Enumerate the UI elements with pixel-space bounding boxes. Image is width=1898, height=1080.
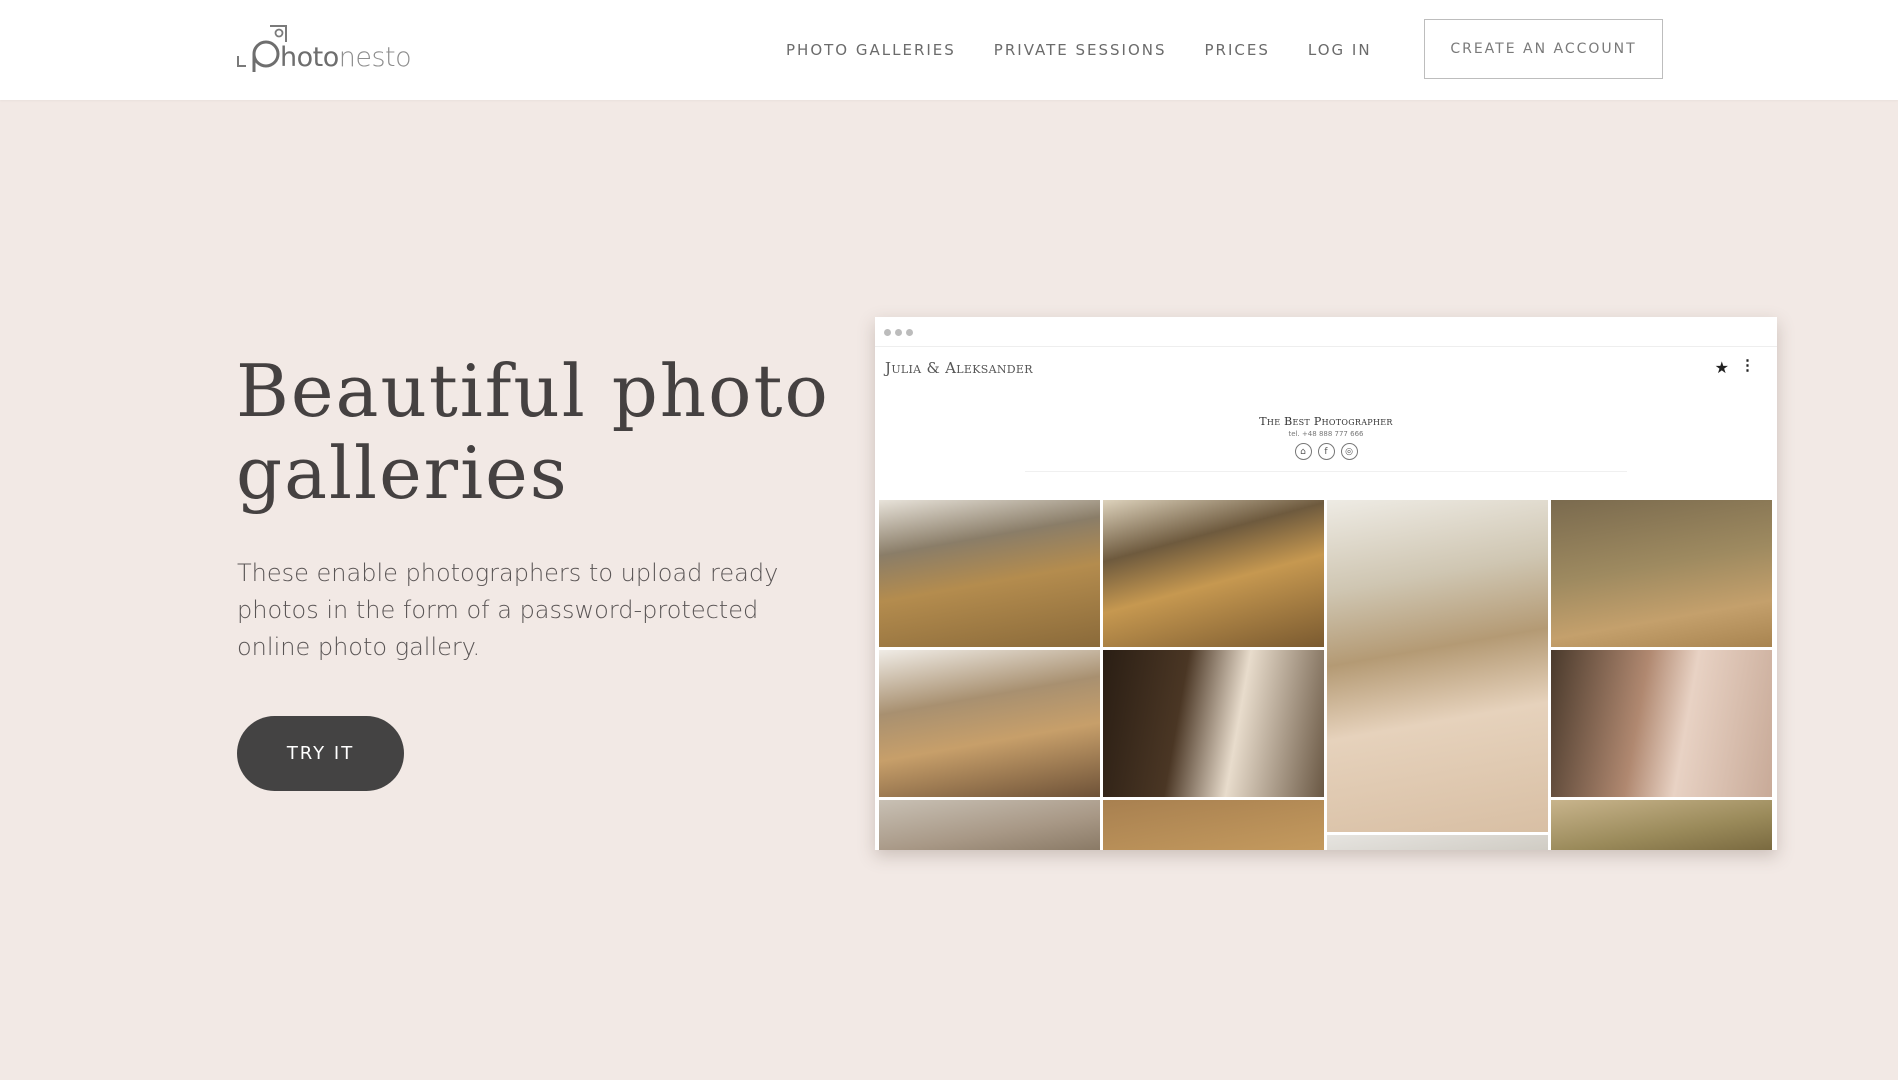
window-dot: [906, 329, 913, 336]
window-dot: [895, 329, 902, 336]
gallery-photo: [1327, 500, 1548, 832]
site-header: hotonesto PHOTO GALLERIES PRIVATE SESSIO…: [0, 0, 1898, 100]
photographer-tel: tel. +48 888 777 666: [1288, 430, 1364, 438]
nav-private-sessions[interactable]: PRIVATE SESSIONS: [994, 41, 1167, 59]
gallery-photo: [1551, 650, 1772, 797]
gallery-photo: [879, 650, 1100, 797]
nav-prices[interactable]: PRICES: [1205, 41, 1270, 59]
logo-wordmark: hotonesto: [280, 42, 412, 73]
divider: [1025, 471, 1627, 472]
photographer-info: The Best Photographer tel. +48 888 777 6…: [875, 415, 1777, 460]
more-menu-icon: ⋮: [1740, 357, 1755, 374]
gallery-photo: [1551, 800, 1772, 850]
gallery-mockup: Julia & Aleksander ★ ⋮ The Best Photogra…: [875, 317, 1777, 850]
window-dot: [884, 329, 891, 336]
instagram-icon: ◎: [1340, 443, 1358, 460]
hero-title: Beautiful photo galleries: [236, 349, 830, 515]
gallery-photo: [879, 500, 1100, 647]
facebook-icon: f: [1317, 443, 1335, 460]
main-nav: PHOTO GALLERIES PRIVATE SESSIONS PRICES …: [786, 0, 1663, 100]
gallery-title: Julia & Aleksander: [885, 359, 1033, 377]
gallery-photo: [1103, 500, 1324, 647]
hero-description: These enable photographers to upload rea…: [237, 559, 779, 661]
nav-log-in[interactable]: LOG IN: [1308, 41, 1372, 59]
home-icon: ⌂: [1294, 443, 1312, 460]
star-icon: ★: [1714, 360, 1729, 377]
gallery-photo: [879, 800, 1100, 850]
gallery-photo: [1327, 835, 1548, 850]
gallery-photo: [1103, 650, 1324, 797]
photonesto-logo[interactable]: hotonesto: [236, 22, 416, 78]
gallery-photo: [1551, 500, 1772, 647]
nav-photo-galleries[interactable]: PHOTO GALLERIES: [786, 41, 956, 59]
gallery-photo: [1103, 800, 1324, 850]
browser-bar: [875, 317, 1777, 347]
photographer-name: The Best Photographer: [1259, 415, 1393, 428]
create-account-button[interactable]: CREATE AN ACCOUNT: [1424, 19, 1663, 79]
social-icons: ⌂ f ◎: [875, 443, 1777, 460]
try-it-button[interactable]: TRY IT: [237, 716, 404, 791]
